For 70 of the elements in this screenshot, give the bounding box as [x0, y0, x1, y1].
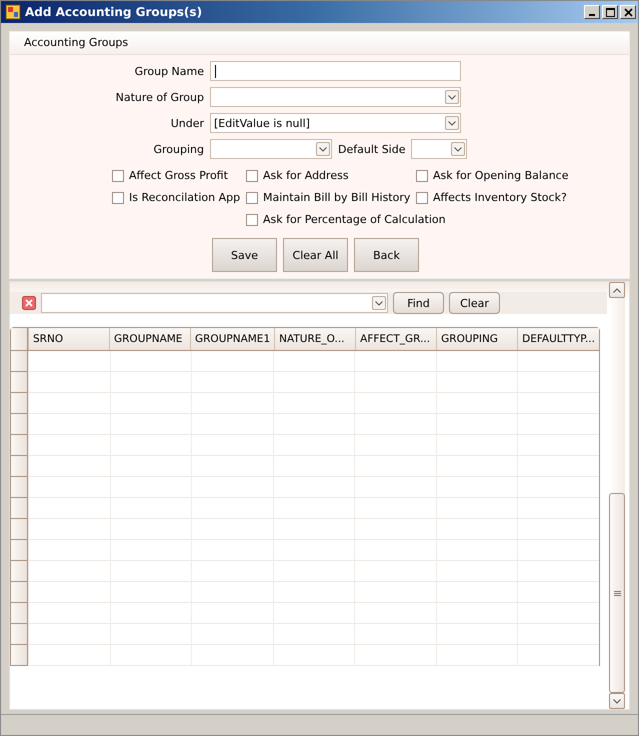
- row-indicator[interactable]: [11, 393, 28, 414]
- checkbox[interactable]: [416, 170, 428, 182]
- action-button[interactable]: Back: [354, 238, 419, 272]
- row-indicator[interactable]: [11, 498, 28, 519]
- column-header[interactable]: SRNO: [28, 328, 109, 350]
- column-header[interactable]: NATURE_O...: [274, 328, 356, 350]
- checkbox[interactable]: [416, 192, 428, 204]
- checkbox-label: Affect Gross Profit: [129, 169, 228, 182]
- field-label: Under: [170, 116, 205, 130]
- checkbox-label: Is Reconcilation App: [129, 191, 240, 204]
- checkbox-label: Affects Inventory Stock?: [433, 191, 567, 204]
- checkbox-label: Maintain Bill by Bill History: [263, 191, 410, 204]
- dropdown-value: [EditValue is null]: [214, 116, 311, 130]
- checkbox-label: Ask for Address: [263, 169, 349, 182]
- vertical-scrollbar[interactable]: [609, 282, 625, 709]
- row-indicator[interactable]: [11, 582, 28, 603]
- grip-icon: [614, 590, 620, 596]
- checkbox[interactable]: [246, 170, 258, 182]
- dropdown-field[interactable]: [210, 139, 332, 159]
- column-header[interactable]: GROUPNAME: [109, 328, 190, 350]
- row-indicator[interactable]: [11, 477, 28, 498]
- close-icon: [624, 8, 632, 16]
- app-icon: [5, 4, 21, 20]
- dropdown-field[interactable]: [210, 87, 461, 107]
- scroll-down-button[interactable]: [609, 693, 625, 709]
- minimize-button[interactable]: [584, 5, 600, 19]
- column-header[interactable]: GROUPING: [436, 328, 518, 350]
- text-field[interactable]: [210, 61, 461, 81]
- column-header[interactable]: DEFAULTTYP...: [517, 328, 599, 350]
- row-indicator[interactable]: [11, 561, 28, 582]
- row-indicator[interactable]: [11, 351, 28, 372]
- field-label: Nature of Group: [114, 90, 205, 104]
- filter-button[interactable]: Find: [393, 292, 444, 314]
- checkbox[interactable]: [112, 170, 124, 182]
- row-indicator[interactable]: [11, 456, 28, 477]
- action-button[interactable]: Save: [212, 238, 277, 272]
- dropdown-field[interactable]: [411, 139, 468, 159]
- scrollbar-thumb[interactable]: [609, 493, 625, 693]
- window-title: Add Accounting Groups(s): [25, 5, 204, 19]
- close-filter-icon[interactable]: [22, 296, 36, 310]
- text-cursor: [215, 64, 216, 78]
- row-indicator[interactable]: [11, 645, 28, 666]
- field-label: Group Name: [134, 64, 205, 78]
- caret-up-icon: [613, 288, 621, 292]
- scroll-up-button[interactable]: [609, 282, 625, 298]
- column-header[interactable]: AFFECT_GR...: [355, 328, 436, 350]
- checkbox[interactable]: [246, 192, 258, 204]
- column-header[interactable]: GROUPNAME1: [190, 328, 274, 350]
- action-button[interactable]: Clear All: [283, 238, 348, 272]
- maximize-button[interactable]: [602, 5, 618, 19]
- checkbox[interactable]: [246, 214, 258, 226]
- field-label: Grouping: [152, 142, 205, 156]
- close-button[interactable]: [620, 5, 636, 19]
- row-indicator[interactable]: [11, 624, 28, 645]
- row-indicator[interactable]: [11, 372, 28, 393]
- row-indicator[interactable]: [11, 519, 28, 540]
- checkbox-label: Ask for Percentage of Calculation: [263, 213, 446, 226]
- filter-button[interactable]: Clear: [449, 292, 500, 314]
- checkbox-label: Ask for Opening Balance: [433, 169, 569, 182]
- checkbox[interactable]: [112, 192, 124, 204]
- row-indicator[interactable]: [11, 435, 28, 456]
- minimize-icon: [589, 14, 595, 16]
- caret-down-icon: [613, 698, 621, 704]
- row-indicator[interactable]: [11, 603, 28, 624]
- field-label: Default Side: [337, 142, 406, 156]
- dropdown-field[interactable]: [EditValue is null]: [210, 113, 461, 133]
- row-indicator[interactable]: [11, 540, 28, 561]
- maximize-icon: [606, 8, 614, 16]
- panel-title: Accounting Groups: [10, 32, 629, 55]
- row-indicator[interactable]: [11, 414, 28, 435]
